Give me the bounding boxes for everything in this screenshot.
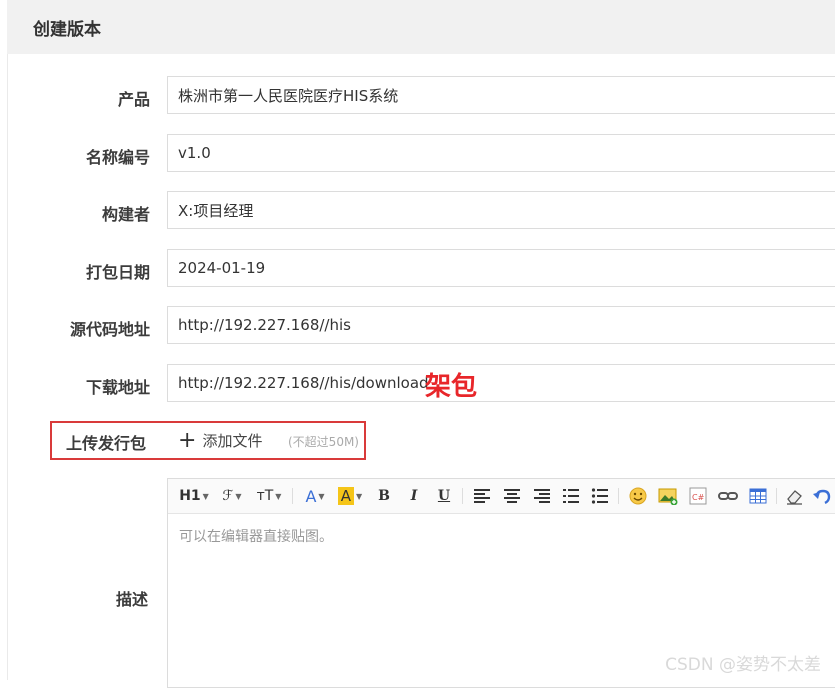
font-size-icon: ᴛT — [256, 488, 274, 504]
svg-text:C#: C# — [692, 493, 705, 502]
package-date-input[interactable] — [178, 250, 818, 286]
eraser-icon — [787, 490, 802, 505]
toolbar-divider — [776, 488, 777, 504]
align-center-button[interactable] — [502, 486, 522, 506]
font-family-icon: ℱ — [222, 488, 234, 504]
plus-icon: + — [178, 427, 197, 453]
image-icon — [658, 488, 678, 505]
ordered-list-button[interactable] — [561, 486, 581, 506]
clear-format-button[interactable] — [784, 486, 804, 506]
description-label: 描述 — [116, 590, 149, 609]
editor-placeholder: 可以在编辑器直接贴图。 — [179, 529, 333, 545]
insert-link-button[interactable] — [718, 486, 738, 506]
source-url-field[interactable] — [167, 306, 835, 344]
insert-table-button[interactable] — [748, 486, 768, 506]
add-file-button[interactable]: + 添加文件 — [178, 427, 263, 453]
release-package-label: 上传发行包 — [66, 434, 147, 453]
align-left-button[interactable] — [472, 486, 492, 506]
product-input[interactable] — [178, 77, 818, 113]
align-center-icon — [504, 489, 520, 503]
source-url-label: 源代码地址 — [69, 320, 150, 339]
font-color-button[interactable]: A ▼ — [302, 486, 328, 506]
font-size-button[interactable]: ᴛT ▼ — [254, 486, 284, 506]
toolbar-divider — [618, 488, 619, 504]
align-right-button[interactable] — [532, 486, 552, 506]
undo-button[interactable] — [812, 486, 832, 506]
source-url-input[interactable] — [178, 307, 818, 343]
package-date-label: 打包日期 — [85, 263, 150, 282]
code-block-button[interactable]: C# — [688, 486, 708, 506]
annotation-text: 架包 — [425, 372, 478, 402]
emoji-icon — [629, 487, 647, 505]
emoji-button[interactable] — [628, 486, 648, 506]
builder-input[interactable] — [178, 192, 818, 228]
underline-icon: U — [437, 488, 451, 504]
download-url-label: 下载地址 — [85, 378, 150, 397]
version-name-field[interactable] — [167, 134, 835, 172]
page-title: 创建版本 — [33, 20, 101, 40]
bold-icon: B — [378, 488, 390, 504]
file-size-limit: (不超过50M) — [288, 435, 359, 449]
underline-button[interactable]: U — [434, 486, 454, 506]
editor-toolbar: H1 ▼ ℱ ▼ ᴛT ▼ A ▼ A ▼ B I U C# — [168, 479, 835, 514]
code-icon: C# — [689, 487, 707, 505]
version-name-input[interactable] — [178, 135, 818, 171]
heading-button[interactable]: H1 ▼ — [178, 486, 210, 506]
add-file-label: 添加文件 — [202, 432, 263, 450]
package-date-field[interactable] — [167, 249, 835, 287]
toolbar-divider — [292, 488, 293, 504]
product-label: 产品 — [117, 90, 150, 109]
builder-label: 构建者 — [101, 205, 150, 224]
background-color-button[interactable]: A ▼ — [336, 486, 364, 506]
italic-icon: I — [410, 488, 418, 504]
page-header: 创建版本 — [7, 0, 835, 54]
italic-button[interactable]: I — [404, 486, 424, 506]
link-icon — [718, 492, 738, 500]
font-family-button[interactable]: ℱ ▼ — [218, 486, 246, 506]
watermark: CSDN @姿势不太差 — [665, 655, 821, 675]
download-url-input[interactable] — [178, 365, 818, 401]
builder-field[interactable] — [167, 191, 835, 229]
insert-image-button[interactable] — [658, 486, 678, 506]
heading-icon: H1 — [179, 488, 201, 504]
align-left-icon — [474, 489, 490, 503]
table-icon — [749, 488, 767, 504]
bold-button[interactable]: B — [374, 486, 394, 506]
toolbar-divider — [462, 488, 463, 504]
font-color-icon: A — [305, 486, 317, 506]
unordered-list-icon — [591, 488, 608, 504]
divider — [7, 54, 8, 680]
undo-icon — [813, 489, 831, 504]
download-url-field[interactable] — [167, 364, 835, 402]
version-name-label: 名称编号 — [85, 148, 150, 167]
unordered-list-button[interactable] — [590, 486, 610, 506]
highlight-icon: A — [337, 487, 355, 505]
align-right-icon — [534, 489, 550, 503]
ordered-list-icon — [563, 489, 579, 503]
product-field[interactable] — [167, 76, 835, 114]
